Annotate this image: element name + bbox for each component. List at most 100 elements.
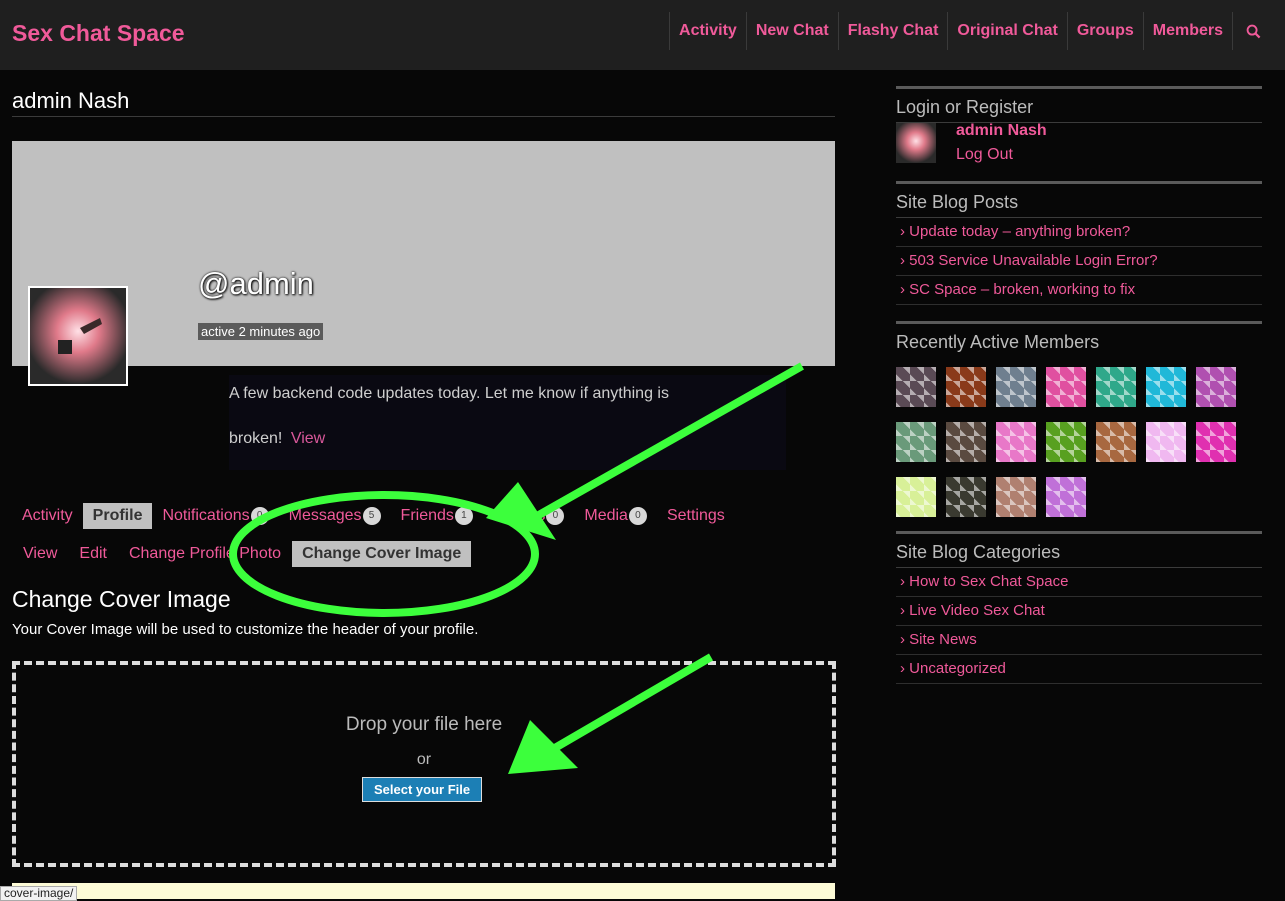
avatar-image bbox=[896, 123, 936, 163]
link-label: How to Sex Chat Space bbox=[909, 573, 1069, 590]
user-name-link[interactable]: admin Nash bbox=[956, 122, 1047, 140]
category-link[interactable]: › How to Sex Chat Space bbox=[896, 568, 1262, 597]
profile-nav: Activity Profile Notifications 0 Messages… bbox=[12, 503, 735, 529]
tab-groups[interactable]: Groups 0 bbox=[483, 503, 574, 529]
tab-label: Friends bbox=[400, 507, 454, 524]
blog-posts-widget: Site Blog Posts › Update today – anythin… bbox=[896, 181, 1262, 305]
last-active: active 2 minutes ago bbox=[198, 323, 324, 340]
link-label: 503 Service Unavailable Login Error? bbox=[909, 252, 1158, 269]
section-description: Your Cover Image will be used to customi… bbox=[12, 621, 479, 638]
main-nav: Activity New Chat Flashy Chat Original C… bbox=[669, 12, 1273, 50]
link-label: Site News bbox=[909, 631, 977, 648]
logged-in-user: admin Nash Log Out bbox=[896, 122, 1262, 181]
login-widget: Login or Register admin Nash Log Out bbox=[896, 86, 1262, 181]
tab-label: Settings bbox=[666, 507, 725, 524]
update-text: broken! bbox=[229, 430, 283, 447]
member-avatar[interactable] bbox=[1196, 422, 1236, 462]
categories-widget: Site Blog Categories › How to Sex Chat S… bbox=[896, 531, 1262, 684]
link-label: Update today – anything broken? bbox=[909, 223, 1131, 240]
recent-members-widget: Recently Active Members bbox=[896, 321, 1262, 531]
search-icon bbox=[1246, 24, 1260, 38]
user-avatar[interactable] bbox=[896, 123, 936, 163]
update-text-line1: A few backend code updates today. Let me… bbox=[229, 385, 669, 402]
member-avatar[interactable] bbox=[1096, 367, 1136, 407]
member-avatar[interactable] bbox=[996, 477, 1036, 517]
cover-image bbox=[12, 141, 835, 366]
tab-label: Profile bbox=[92, 507, 143, 524]
select-file-button[interactable]: Select your File bbox=[362, 777, 483, 802]
member-avatar[interactable] bbox=[1196, 367, 1236, 407]
tab-media[interactable]: Media 0 bbox=[574, 503, 657, 529]
category-link[interactable]: › Site News bbox=[896, 626, 1262, 655]
nav-groups[interactable]: Groups bbox=[1066, 12, 1143, 50]
member-avatar[interactable] bbox=[946, 422, 986, 462]
login-text: admin Nash Log Out bbox=[956, 122, 1047, 181]
avatar[interactable] bbox=[28, 286, 128, 386]
member-avatar[interactable] bbox=[1046, 477, 1086, 517]
tab-label: Activity bbox=[22, 507, 73, 524]
members-grid bbox=[896, 357, 1256, 531]
tab-label: Notifications bbox=[162, 507, 250, 524]
profile-handle: @admin bbox=[198, 266, 314, 301]
profile-subnav: View Edit Change Profile Photo Change Co… bbox=[12, 541, 472, 567]
blog-post-link[interactable]: › Update today – anything broken? bbox=[896, 218, 1262, 247]
nav-activity[interactable]: Activity bbox=[669, 12, 746, 50]
member-avatar[interactable] bbox=[1046, 422, 1086, 462]
member-avatar[interactable] bbox=[1146, 367, 1186, 407]
member-avatar[interactable] bbox=[1096, 422, 1136, 462]
logout-link[interactable]: Log Out bbox=[956, 146, 1047, 164]
latest-update: A few backend code updates today. Let me… bbox=[229, 375, 786, 470]
link-label: Uncategorized bbox=[909, 660, 1006, 677]
subtab-change-profile-photo[interactable]: Change Profile Photo bbox=[118, 541, 292, 567]
tab-messages[interactable]: Messages 5 bbox=[279, 503, 391, 529]
tab-activity[interactable]: Activity bbox=[12, 503, 83, 529]
notice-strip bbox=[12, 883, 835, 899]
member-avatar[interactable] bbox=[1146, 422, 1186, 462]
site-title[interactable]: Sex Chat Space bbox=[12, 20, 185, 47]
member-avatar[interactable] bbox=[896, 477, 936, 517]
tab-label: Media bbox=[584, 507, 628, 524]
nav-members[interactable]: Members bbox=[1142, 12, 1232, 50]
tab-notifications[interactable]: Notifications 0 bbox=[152, 503, 278, 529]
blog-post-link[interactable]: › 503 Service Unavailable Login Error? bbox=[896, 247, 1262, 276]
member-avatar[interactable] bbox=[996, 422, 1036, 462]
link-label: SC Space – broken, working to fix bbox=[909, 281, 1136, 298]
nav-new-chat[interactable]: New Chat bbox=[745, 12, 838, 50]
nav-flashy-chat[interactable]: Flashy Chat bbox=[837, 12, 948, 50]
member-avatar[interactable] bbox=[996, 367, 1036, 407]
sidebar: Login or Register admin Nash Log Out Sit… bbox=[896, 86, 1262, 684]
widget-title: Site Blog Posts bbox=[896, 184, 1262, 218]
widget-title: Recently Active Members bbox=[896, 332, 1100, 352]
member-avatar[interactable] bbox=[896, 367, 936, 407]
tab-profile[interactable]: Profile bbox=[82, 503, 153, 529]
subtab-edit[interactable]: Edit bbox=[68, 541, 118, 567]
tab-label: Groups bbox=[492, 507, 546, 524]
avatar-image bbox=[30, 288, 126, 384]
widget-title: Login or Register bbox=[896, 89, 1262, 123]
drop-text: Drop your file here bbox=[345, 714, 503, 735]
subtab-view[interactable]: View bbox=[12, 541, 68, 567]
category-link[interactable]: › Live Video Sex Chat bbox=[896, 597, 1262, 626]
member-avatar[interactable] bbox=[896, 422, 936, 462]
tab-settings[interactable]: Settings bbox=[657, 503, 735, 529]
count-badge: 0 bbox=[546, 507, 565, 525]
count-badge: 0 bbox=[250, 507, 269, 525]
drop-or: or bbox=[416, 751, 432, 768]
update-view-link[interactable]: View bbox=[291, 430, 325, 447]
nav-original-chat[interactable]: Original Chat bbox=[947, 12, 1066, 50]
subtab-change-cover-image[interactable]: Change Cover Image bbox=[292, 541, 472, 567]
member-avatar[interactable] bbox=[946, 477, 986, 517]
search-button[interactable] bbox=[1232, 12, 1273, 50]
category-link[interactable]: › Uncategorized bbox=[896, 655, 1262, 684]
file-dropzone[interactable]: Drop your file here or Select your File bbox=[12, 661, 836, 867]
top-bar: Sex Chat Space Activity New Chat Flashy … bbox=[0, 0, 1285, 70]
count-badge: 0 bbox=[628, 507, 647, 525]
member-avatar[interactable] bbox=[946, 367, 986, 407]
member-avatar[interactable] bbox=[1046, 367, 1086, 407]
update-text-line2: broken! View bbox=[229, 430, 325, 448]
tab-friends[interactable]: Friends 1 bbox=[391, 503, 483, 529]
count-badge: 5 bbox=[362, 507, 381, 525]
tab-label: Messages bbox=[288, 507, 362, 524]
blog-post-link[interactable]: › SC Space – broken, working to fix bbox=[896, 276, 1262, 305]
link-label: Live Video Sex Chat bbox=[909, 602, 1045, 619]
